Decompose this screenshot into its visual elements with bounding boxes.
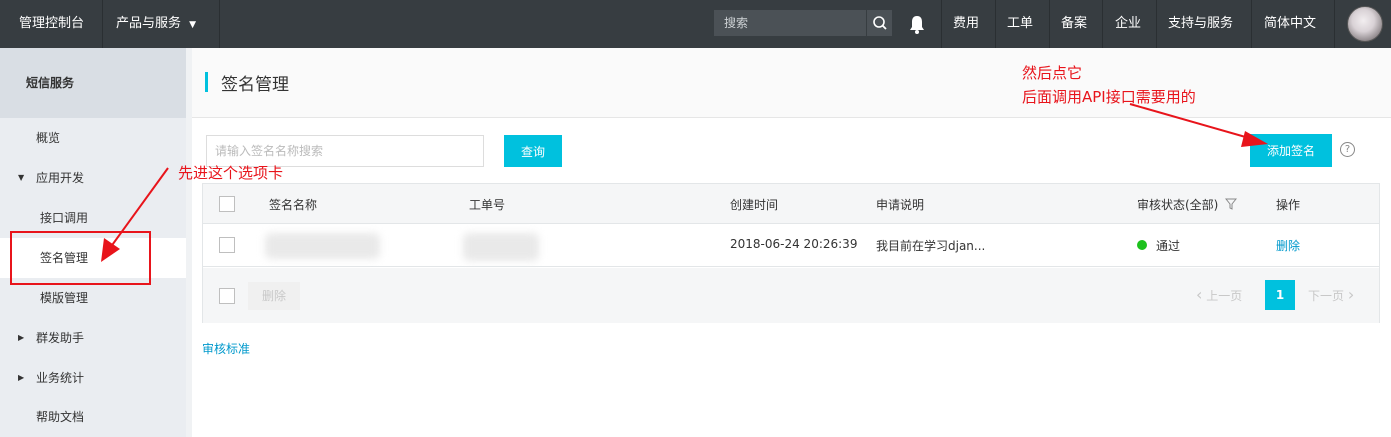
divider	[102, 0, 103, 48]
next-page-label: 下一页	[1308, 289, 1345, 303]
global-search	[714, 10, 892, 36]
footer-select-all-checkbox[interactable]	[219, 288, 235, 304]
sidebar-item-help[interactable]: 帮助文档	[0, 397, 186, 437]
sidebar-item-app-dev[interactable]: ▼ 应用开发	[0, 158, 186, 198]
column-header-order: 工单号	[469, 198, 506, 212]
sidebar-item-stats[interactable]: ▶ 业务统计	[0, 358, 186, 398]
sign-table: 签名名称 工单号 创建时间 申请说明 审核状态(全部) 操作 2018-06-2…	[202, 183, 1380, 323]
status-ok-dot	[1137, 240, 1147, 250]
caret-down-icon: ▼	[18, 173, 25, 182]
bell-icon	[910, 16, 924, 34]
help-icon[interactable]: ?	[1340, 142, 1355, 157]
query-button[interactable]: 查询	[504, 135, 562, 167]
row-checkbox[interactable]	[219, 237, 235, 253]
batch-delete-button[interactable]: 删除	[248, 282, 300, 310]
status-badge: 通过	[1156, 239, 1181, 253]
column-header-status[interactable]: 审核状态(全部)	[1137, 196, 1238, 213]
menu-icp[interactable]: 备案	[1061, 0, 1087, 48]
caret-right-icon: ▶	[18, 333, 25, 342]
menu-billing[interactable]: 费用	[953, 0, 979, 48]
chevron-left-icon: ‹	[1196, 285, 1203, 304]
divider	[1049, 0, 1050, 48]
title-accent-bar	[205, 72, 208, 92]
divider	[1251, 0, 1252, 48]
top-navigation-bar: 管理控制台 产品与服务 ▼ 费用 工单 备案 企业 支持与服务 简体中文	[0, 0, 1391, 48]
divider	[1156, 0, 1157, 48]
next-page-button[interactable]: 下一页 ›	[1308, 281, 1354, 309]
notification-bell[interactable]	[903, 0, 931, 48]
chevron-right-icon: ›	[1347, 285, 1355, 304]
table-row: 2018-06-24 20:26:39 我目前在学习djan... 通过 删除	[203, 224, 1379, 267]
global-search-input[interactable]	[714, 10, 866, 36]
filter-icon	[1225, 198, 1238, 210]
menu-tickets[interactable]: 工单	[1007, 0, 1033, 48]
sidebar-item-label: 应用开发	[36, 171, 85, 185]
sidebar-item-group-send[interactable]: ▶ 群发助手	[0, 318, 186, 358]
divider	[995, 0, 996, 48]
search-button[interactable]	[866, 10, 892, 36]
redacted-sign-name	[265, 233, 380, 259]
table-header: 签名名称 工单号 创建时间 申请说明 审核状态(全部) 操作	[203, 184, 1379, 224]
annotation-left-tip: 先进这个选项卡	[178, 164, 284, 182]
divider	[1102, 0, 1103, 48]
menu-language[interactable]: 简体中文	[1264, 0, 1316, 48]
console-home-link[interactable]: 管理控制台	[19, 0, 84, 48]
page-title: 签名管理	[221, 75, 289, 95]
prev-page-button[interactable]: ‹ 上一页	[1196, 281, 1242, 309]
divider	[1334, 0, 1335, 48]
add-sign-button[interactable]: 添加签名	[1250, 134, 1332, 167]
annotation-right-tip-line2: 后面调用API接口需要用的	[1022, 88, 1196, 106]
menu-enterprise[interactable]: 企业	[1115, 0, 1141, 48]
search-icon	[873, 16, 887, 30]
column-header-desc: 申请说明	[876, 198, 925, 212]
annotation-highlight-box	[10, 231, 151, 285]
row-description: 我目前在学习djan...	[876, 239, 986, 253]
products-menu[interactable]: 产品与服务 ▼	[116, 0, 196, 48]
row-created-time: 2018-06-24 20:26:39	[730, 237, 858, 251]
sidebar-title: 短信服务	[0, 48, 186, 118]
row-delete-link[interactable]: 删除	[1276, 237, 1300, 254]
user-avatar[interactable]	[1347, 6, 1383, 42]
prev-page-label: 上一页	[1206, 289, 1243, 303]
caret-right-icon: ▶	[18, 373, 25, 382]
sidebar-item-overview[interactable]: 概览	[0, 118, 186, 158]
column-header-created: 创建时间	[730, 198, 779, 212]
divider	[941, 0, 942, 48]
review-standard-link[interactable]: 审核标准	[202, 340, 250, 357]
column-header-name: 签名名称	[269, 198, 318, 212]
column-header-status-label: 审核状态(全部)	[1137, 198, 1219, 212]
column-header-action: 操作	[1276, 198, 1301, 212]
sidebar-item-label: 群发助手	[36, 331, 85, 345]
menu-support[interactable]: 支持与服务	[1168, 0, 1233, 48]
annotation-right-tip-line1: 然后点它	[1022, 64, 1083, 82]
pagination-page-1[interactable]: 1	[1265, 280, 1295, 310]
products-menu-label: 产品与服务	[116, 16, 182, 31]
divider	[219, 0, 220, 48]
page-header: 签名管理	[192, 48, 1391, 118]
sidebar-item-label: 业务统计	[36, 371, 85, 385]
table-footer: 删除 ‹ 上一页 1 下一页 ›	[203, 268, 1379, 323]
select-all-checkbox[interactable]	[219, 196, 235, 212]
caret-down-icon: ▼	[189, 20, 197, 30]
redacted-order-number	[463, 233, 539, 261]
